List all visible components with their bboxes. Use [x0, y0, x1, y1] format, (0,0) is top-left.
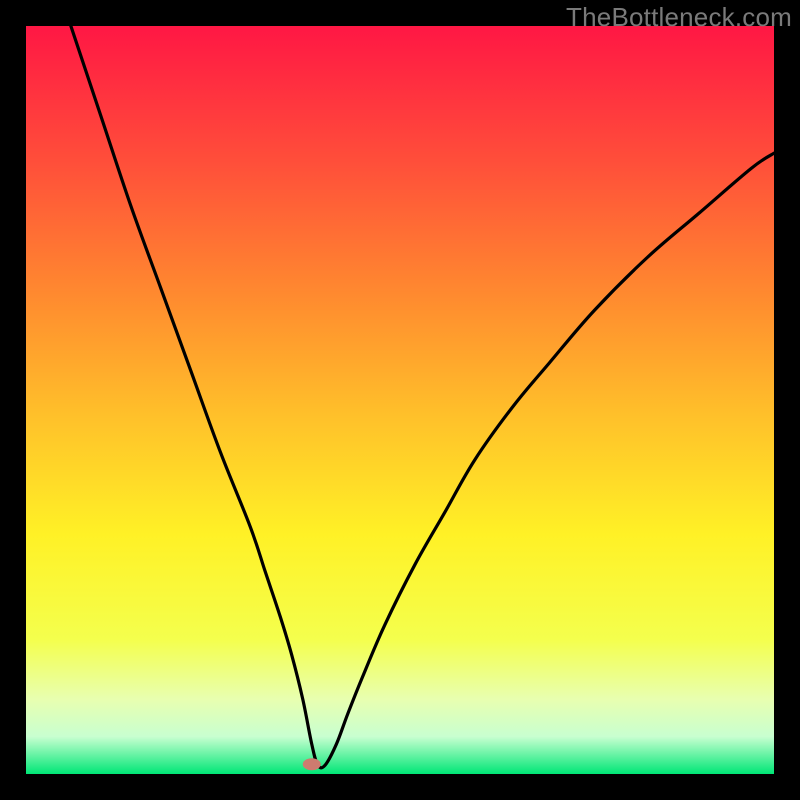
gradient-background — [26, 26, 774, 774]
bottleneck-chart — [0, 0, 800, 800]
optimal-point-marker — [303, 758, 321, 770]
chart-container: { "watermark": "TheBottleneck.com", "plo… — [0, 0, 800, 800]
